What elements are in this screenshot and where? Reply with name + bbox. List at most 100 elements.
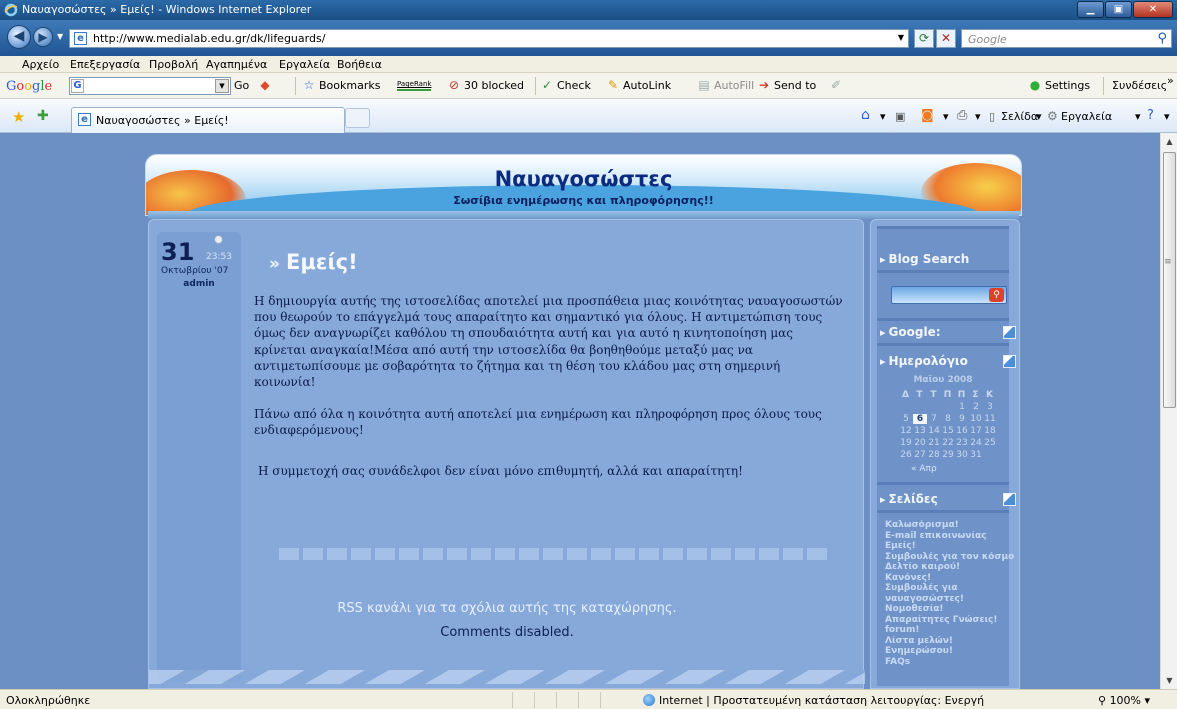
panel-footer-stripes: [149, 670, 865, 684]
comments-status: Comments disabled.: [440, 625, 574, 640]
page-link[interactable]: Ενημερώσου!: [885, 646, 1015, 657]
page-link[interactable]: Καλωσόρισμα!: [885, 520, 1015, 531]
print-dropdown-icon[interactable]: ▾: [975, 110, 981, 123]
google-go-button[interactable]: Go: [234, 79, 249, 92]
page-link[interactable]: Εμείς!: [885, 541, 1015, 552]
tools-dropdown-icon[interactable]: ▾: [1135, 110, 1141, 123]
minimize-button[interactable]: ▁: [1077, 1, 1104, 18]
settings-icon: ●: [1029, 78, 1041, 92]
favorites-center-icon[interactable]: ★: [12, 108, 25, 126]
post-author[interactable]: admin: [157, 279, 241, 289]
page-menu-button[interactable]: Σελίδα: [1001, 110, 1038, 123]
home-dropdown-icon[interactable]: ▾: [880, 110, 886, 123]
url-input[interactable]: e http://www.medialab.edu.gr/dk/lifeguar…: [69, 29, 909, 48]
search-icon[interactable]: ⚲: [1157, 31, 1167, 46]
check-button[interactable]: Check: [557, 79, 591, 92]
back-button[interactable]: ◀: [7, 25, 31, 49]
scroll-up-icon[interactable]: ▲: [1161, 133, 1177, 150]
page-link[interactable]: Νομοθεσία!: [885, 604, 1015, 615]
highlight-icon[interactable]: ✐: [829, 78, 843, 92]
refresh-button[interactable]: ⟳: [914, 29, 934, 48]
tab-current[interactable]: e Ναυαγοσώστες » Εμείς!: [71, 107, 345, 133]
print-icon[interactable]: ⎙: [957, 108, 967, 123]
google-search-dropdown-icon[interactable]: ▼: [215, 79, 229, 93]
calendar-today[interactable]: 6: [913, 414, 927, 424]
settings-button[interactable]: Settings: [1045, 79, 1090, 92]
stop-button[interactable]: ✕: [936, 29, 956, 48]
page-link[interactable]: Απαραίτητες Γνώσεις!: [885, 615, 1015, 626]
rss-dropdown-icon[interactable]: ▾: [943, 110, 949, 123]
pagerank-indicator[interactable]: PageRank: [397, 80, 431, 91]
links-button[interactable]: Συνδέσεις: [1112, 79, 1167, 92]
autolink-button[interactable]: AutoLink: [623, 79, 671, 92]
scroll-down-icon[interactable]: ▼: [1161, 672, 1177, 689]
forward-button[interactable]: ▶: [33, 27, 53, 47]
tab-bar: ★ ✚ e Ναυαγοσώστες » Εμείς! ⌂ ▾ ▣ ◙ ▾ ⎙ …: [0, 99, 1177, 133]
home-icon[interactable]: ⌂: [861, 107, 870, 123]
menu-help[interactable]: Βοήθεια: [337, 58, 382, 71]
widget-edit-icon[interactable]: [1003, 355, 1016, 368]
menu-favorites[interactable]: Αγαπημένα: [206, 58, 267, 71]
menu-file[interactable]: Αρχείο: [22, 58, 59, 71]
scroll-grip-icon: ≡: [1164, 257, 1172, 267]
bookmarks-button[interactable]: Bookmarks: [319, 79, 380, 92]
widget-edit-icon[interactable]: [1003, 326, 1016, 339]
page-link[interactable]: FAQs: [885, 657, 1015, 668]
widget-edit-icon[interactable]: [1003, 493, 1016, 506]
page-link[interactable]: Κανόνες!: [885, 573, 1015, 584]
send-to-icon: ➔: [758, 78, 770, 92]
google-search-input[interactable]: G ▼: [69, 77, 231, 95]
calendar-prev-month-link[interactable]: « Απρ: [911, 464, 937, 474]
zoom-control[interactable]: ⚲ 100% ▾: [1098, 694, 1150, 707]
recent-pages-dropdown-icon[interactable]: ▼: [57, 32, 63, 41]
close-button[interactable]: ✕: [1133, 1, 1173, 18]
search-input[interactable]: Google ⚲: [961, 29, 1172, 48]
menu-bar: Αρχείο Επεξεργασία Προβολή Αγαπημένα Εργ…: [0, 56, 1177, 73]
site-header-banner: Ναυαγοσώστες Σωσίβια ενημέρωσης και πληρ…: [145, 154, 1022, 216]
tools-menu-button[interactable]: Εργαλεία: [1061, 110, 1112, 123]
calendar-weekdays: ΔΤΤΠΠΣΚ: [902, 390, 994, 400]
page-link[interactable]: Συμβουλές για: [885, 583, 1015, 594]
window-title-bar[interactable]: Ναυαγοσώστες » Εμείς! - Windows Internet…: [0, 0, 1177, 20]
new-tab-button[interactable]: [345, 108, 370, 128]
page-link[interactable]: E-mail επικοινωνίας: [885, 531, 1015, 542]
help-dropdown-icon[interactable]: ▾: [1164, 110, 1170, 123]
post-day: 31: [161, 238, 195, 266]
site-title[interactable]: Ναυαγοσώστες: [146, 167, 1021, 191]
scrollbar-thumb[interactable]: [1163, 152, 1176, 408]
page-dropdown-icon[interactable]: ▾: [1036, 110, 1042, 123]
status-text: Ολοκληρώθηκε: [6, 694, 91, 707]
maximize-button[interactable]: ▣: [1105, 1, 1132, 18]
post-title[interactable]: » Εμείς!: [269, 250, 358, 274]
rss-feed-icon[interactable]: ◙: [921, 108, 934, 123]
toolbar-overflow-icon[interactable]: »: [1167, 74, 1174, 87]
google-options-icon[interactable]: ◆: [258, 78, 272, 92]
calendar-week: 123: [959, 402, 993, 412]
vertical-scrollbar[interactable]: ▲ ≡ ▼: [1160, 133, 1177, 689]
menu-view[interactable]: Προβολή: [149, 58, 198, 71]
autofill-button[interactable]: AutoFill: [714, 79, 754, 92]
page-link[interactable]: Συμβουλές για τον κόσμο!: [885, 552, 1015, 563]
menu-edit[interactable]: Επεξεργασία: [70, 58, 140, 71]
blog-search-input[interactable]: ⚲: [891, 286, 1007, 304]
page-link[interactable]: Λίστα μελών!: [885, 636, 1015, 647]
calendar-heading: Ημερολόγιο: [880, 354, 968, 368]
calendar-week: 12 13 14 15 16 17 18: [900, 426, 996, 436]
post-paragraph: Η δημιουργία αυτής της ιστοσελίδας αποτε…: [254, 294, 843, 390]
page-viewport[interactable]: Ναυαγοσώστες Σωσίβια ενημέρωσης και πληρ…: [0, 133, 1160, 689]
google-logo: Google: [6, 79, 53, 94]
security-zone[interactable]: Internet | Προστατευμένη κατάσταση λειτο…: [643, 694, 984, 707]
post-separator: [279, 548, 829, 560]
send-to-button[interactable]: Send to: [774, 79, 816, 92]
page-link[interactable]: forum!: [885, 625, 1015, 636]
menu-tools[interactable]: Εργαλεία: [279, 58, 330, 71]
comments-rss-link[interactable]: RSS κανάλι για τα σχόλια αυτής της καταχ…: [149, 601, 865, 616]
read-mail-icon[interactable]: ▣: [895, 110, 905, 123]
popup-blocked-button[interactable]: 30 blocked: [464, 79, 524, 92]
search-go-icon[interactable]: ⚲: [989, 288, 1004, 302]
add-favorite-icon[interactable]: ✚: [37, 108, 49, 124]
help-icon[interactable]: ?: [1147, 108, 1154, 123]
page-link[interactable]: Δελτίο καιρού!: [885, 562, 1015, 573]
url-dropdown-icon[interactable]: ▼: [898, 33, 904, 42]
page-link[interactable]: ναυαγοσώστες!: [885, 594, 1015, 605]
